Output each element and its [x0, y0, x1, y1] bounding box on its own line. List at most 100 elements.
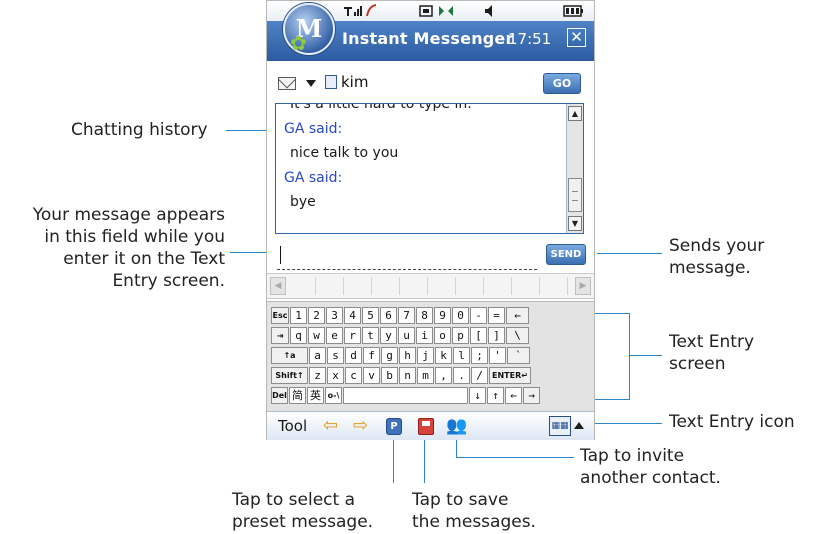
key[interactable]: b — [381, 367, 398, 384]
send-button[interactable]: SEND — [546, 244, 586, 265]
invite-contact-icon[interactable]: 👥 — [446, 416, 470, 436]
callout-line-2: screen — [669, 354, 726, 374]
scroll-down-icon[interactable]: ▼ — [568, 216, 582, 231]
key[interactable]: 1 — [290, 307, 307, 324]
candidate-slot[interactable] — [484, 277, 512, 295]
key[interactable]: Esc — [271, 307, 289, 324]
key[interactable]: d — [345, 347, 362, 364]
save-icon[interactable] — [418, 418, 434, 435]
key[interactable]: p — [452, 327, 469, 344]
close-icon[interactable]: ✕ — [567, 28, 586, 47]
candidate-slot[interactable] — [400, 277, 428, 295]
keyboard-icon[interactable]: ▦▦ — [549, 416, 571, 436]
preset-message-icon[interactable]: P — [386, 418, 402, 435]
key[interactable]: ; — [471, 347, 488, 364]
key[interactable]: → — [523, 387, 540, 404]
key[interactable]: 2 — [308, 307, 325, 324]
key[interactable]: ENTER↵ — [489, 367, 531, 384]
key[interactable]: 4 — [344, 307, 361, 324]
key[interactable]: s — [327, 347, 344, 364]
scroll-thumb[interactable] — [568, 178, 582, 212]
key[interactable]: ↑a — [271, 347, 308, 364]
key[interactable]: ↑ — [487, 387, 504, 404]
key[interactable]: ] — [488, 327, 505, 344]
message-input[interactable] — [277, 243, 537, 270]
forward-arrow-icon[interactable]: ⇨ — [353, 416, 368, 436]
key[interactable]: z — [309, 367, 326, 384]
key[interactable]: c — [345, 367, 362, 384]
contact-name[interactable]: kim — [341, 73, 368, 91]
key[interactable]: , — [435, 367, 452, 384]
mail-icon[interactable] — [278, 77, 296, 90]
back-arrow-icon[interactable]: ⇦ — [323, 416, 338, 436]
key[interactable]: 5 — [362, 307, 379, 324]
key[interactable]: - — [470, 307, 487, 324]
key[interactable]: i — [416, 327, 433, 344]
candidate-slot[interactable] — [316, 277, 344, 295]
key[interactable]: ` — [507, 347, 530, 364]
key[interactable]: y — [380, 327, 397, 344]
key[interactable]: f — [363, 347, 380, 364]
key[interactable]: Shift↑ — [271, 367, 308, 384]
tool-menu[interactable]: Tool — [278, 417, 307, 435]
key[interactable]: h — [399, 347, 416, 364]
key[interactable]: . — [453, 367, 470, 384]
key[interactable]: v — [363, 367, 380, 384]
key[interactable]: ← — [506, 307, 529, 324]
key[interactable]: ↓ — [469, 387, 486, 404]
key[interactable]: o — [434, 327, 451, 344]
key[interactable]: [ — [470, 327, 487, 344]
messenger-logo-icon: M ✿ — [283, 3, 335, 55]
key[interactable]: q — [290, 327, 307, 344]
key[interactable]: \ — [506, 327, 529, 344]
key[interactable]: 7 — [398, 307, 415, 324]
key[interactable]: j — [417, 347, 434, 364]
candidate-slot[interactable] — [540, 277, 568, 295]
key[interactable]: e — [326, 327, 343, 344]
candidate-slot[interactable] — [428, 277, 456, 295]
key[interactable]: o-\ — [325, 387, 342, 404]
keyboard-toggle-arrow-icon[interactable] — [574, 422, 584, 429]
key[interactable]: m — [417, 367, 434, 384]
key[interactable]: a — [309, 347, 326, 364]
key[interactable]: Del — [271, 387, 288, 404]
key[interactable]: u — [398, 327, 415, 344]
go-button[interactable]: GO — [543, 73, 581, 94]
key[interactable]: / — [471, 367, 488, 384]
candidate-right-icon[interactable]: ▶ — [575, 277, 591, 295]
signal-icon — [344, 6, 362, 16]
callout-bracket-vertical — [629, 313, 630, 400]
space-key[interactable] — [343, 387, 468, 404]
key[interactable]: l — [453, 347, 470, 364]
candidate-left-icon[interactable]: ◀ — [270, 277, 286, 295]
history-scrollbar[interactable]: ▲ ▼ — [566, 104, 583, 233]
scroll-up-icon[interactable]: ▲ — [568, 106, 582, 121]
key[interactable]: 9 — [434, 307, 451, 324]
key[interactable]: n — [399, 367, 416, 384]
key[interactable]: ⇥ — [271, 327, 289, 344]
key[interactable]: ' — [489, 347, 506, 364]
key[interactable]: r — [344, 327, 361, 344]
candidate-slot[interactable] — [372, 277, 400, 295]
candidate-slot[interactable] — [512, 277, 540, 295]
key[interactable]: 0 — [452, 307, 469, 324]
key[interactable]: k — [435, 347, 452, 364]
candidate-slot[interactable] — [456, 277, 484, 295]
key[interactable]: ← — [505, 387, 522, 404]
key[interactable]: w — [308, 327, 325, 344]
key[interactable]: = — [488, 307, 505, 324]
key[interactable]: 8 — [416, 307, 433, 324]
key[interactable]: g — [381, 347, 398, 364]
callout-line-2: another contact. — [580, 468, 721, 488]
key[interactable]: 英 — [307, 387, 324, 404]
key[interactable]: t — [362, 327, 379, 344]
history-message: bye — [290, 194, 316, 210]
chat-history[interactable]: It's a little hard to type in. GA said: … — [275, 103, 584, 234]
key[interactable]: 6 — [380, 307, 397, 324]
key[interactable]: 3 — [326, 307, 343, 324]
dropdown-icon[interactable] — [306, 80, 316, 87]
candidate-slot[interactable] — [288, 277, 316, 295]
key[interactable]: x — [327, 367, 344, 384]
key[interactable]: 简 — [289, 387, 306, 404]
candidate-slot[interactable] — [344, 277, 372, 295]
